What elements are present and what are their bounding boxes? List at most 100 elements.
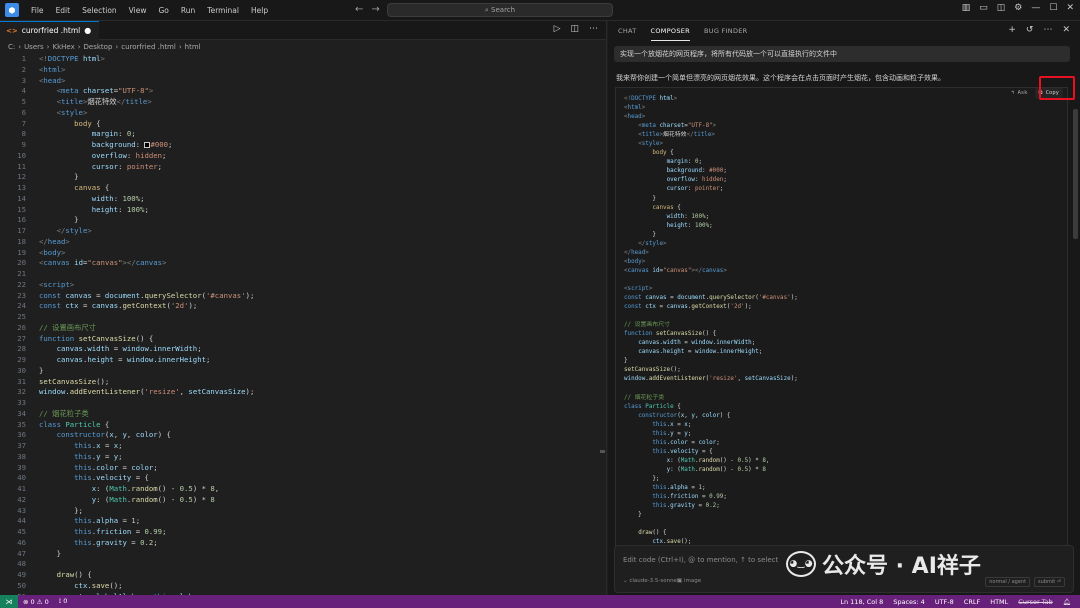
code-line[interactable]: 33 [0, 398, 600, 409]
code-line[interactable]: 35 class Particle { [0, 420, 600, 431]
history-icon[interactable]: ↺ [1026, 25, 1034, 35]
code-line[interactable]: 14 width: 100%; [0, 194, 600, 205]
code-line[interactable]: 37 this.x = x; [0, 441, 600, 452]
code-line[interactable]: 34 // 烟花粒子类 [0, 409, 600, 420]
menu-help[interactable]: Help [245, 6, 274, 15]
command-search[interactable]: ⌕ Search [387, 3, 613, 17]
forward-arrow-icon[interactable]: → [371, 4, 387, 15]
close-panel-icon[interactable]: ✕ [1062, 25, 1070, 35]
unsaved-dot-icon[interactable]: ● [84, 26, 91, 35]
breadcrumb-item[interactable]: Desktop [84, 43, 113, 51]
model-selector[interactable]: ⌄ claude-3.5-sonnet [623, 578, 679, 584]
code-line[interactable]: 18 </head> [0, 237, 600, 248]
menu-view[interactable]: View [123, 6, 153, 15]
code-line[interactable]: 36 constructor(x, y, color) { [0, 430, 600, 441]
code-line[interactable]: 26 // 设置画布尺寸 [0, 323, 600, 334]
code-line[interactable]: 32 window.addEventListener('resize', setC… [0, 387, 600, 398]
menu-edit[interactable]: Edit [50, 6, 77, 15]
code-line[interactable]: 21 [0, 269, 600, 280]
code-line[interactable]: 15 height: 100%; [0, 205, 600, 216]
code-line[interactable]: 49 draw() { [0, 570, 600, 581]
code-line[interactable]: 25 [0, 312, 600, 323]
language-mode[interactable]: HTML [985, 598, 1013, 606]
run-icon[interactable]: ▷ [554, 24, 561, 34]
breadcrumb-item[interactable]: KkHex [52, 43, 74, 51]
code-line[interactable]: 38 this.y = y; [0, 452, 600, 463]
tab-composer[interactable]: COMPOSER [650, 21, 690, 41]
code-line[interactable]: 46 this.gravity = 0.2; [0, 538, 600, 549]
code-line[interactable]: 43 }; [0, 506, 600, 517]
editor-scrollbar[interactable] [599, 54, 606, 595]
code-line[interactable]: 20 <canvas id="canvas"></canvas> [0, 258, 600, 269]
code-line[interactable]: 22 <script> [0, 280, 600, 291]
menu-run[interactable]: Run [175, 6, 201, 15]
code-line[interactable]: 50 ctx.save(); [0, 581, 600, 592]
maximize-icon[interactable]: ☐ [1049, 3, 1057, 13]
breadcrumb-item[interactable]: html [185, 43, 201, 51]
problems-indicator[interactable]: ⊗ 0 ⚠ 0 [18, 598, 54, 606]
line-ending[interactable]: CRLF [959, 598, 985, 606]
new-chat-icon[interactable]: + [1008, 25, 1016, 35]
composer-scrollbar[interactable] [1073, 109, 1078, 239]
code-line[interactable]: 41 x: (Math.random() - 0.5) * 8, [0, 484, 600, 495]
menu-terminal[interactable]: Terminal [201, 6, 245, 15]
code-line[interactable]: 42 y: (Math.random() - 0.5) * 8 [0, 495, 600, 506]
code-line[interactable]: 12 } [0, 172, 600, 183]
code-line[interactable]: 4 <meta charset="UTF-8"> [0, 86, 600, 97]
settings-gear-icon[interactable]: ⚙ [1014, 3, 1022, 13]
code-line[interactable]: 31 setCanvasSize(); [0, 377, 600, 388]
menu-file[interactable]: File [25, 6, 50, 15]
more-actions-icon[interactable]: ⋯ [589, 24, 598, 34]
image-button[interactable]: ▣ image [677, 578, 701, 584]
breadcrumb-item[interactable]: Users [24, 43, 44, 51]
layout-secondary-icon[interactable]: ◫ [997, 3, 1006, 13]
code-line[interactable]: 5 <title>烟花特效</title> [0, 97, 600, 108]
code-line[interactable]: 44 this.alpha = 1; [0, 516, 600, 527]
submit-button[interactable]: submit ⏎ [1034, 577, 1065, 587]
tab-bug-finder[interactable]: BUG FINDER [704, 21, 747, 41]
close-window-icon[interactable]: ✕ [1066, 3, 1074, 13]
code-line[interactable]: 16 } [0, 215, 600, 226]
tab-chat[interactable]: CHAT [618, 21, 637, 41]
code-line[interactable]: 45 this.friction = 0.99; [0, 527, 600, 538]
code-line[interactable]: 40 this.velocity = { [0, 473, 600, 484]
editor-tab[interactable]: <> curorfried .html ● [0, 20, 100, 40]
indentation[interactable]: Spaces: 4 [888, 598, 930, 606]
notifications-bell-icon[interactable]: 🔔︎ [1058, 598, 1076, 606]
menu-selection[interactable]: Selection [76, 6, 123, 15]
mode-toggle[interactable]: normal / agent [985, 577, 1031, 587]
encoding[interactable]: UTF-8 [930, 598, 959, 606]
code-editor[interactable]: 1 <!DOCTYPE html> 2 <html> 3 <head> 4 <meta ch… [0, 54, 600, 595]
breadcrumb-item[interactable]: C: [8, 43, 15, 51]
layout-sidebar-icon[interactable]: ▥ [962, 3, 971, 13]
breadcrumb-item[interactable]: curorfried .html [121, 43, 176, 51]
code-line[interactable]: 29 canvas.height = window.innerHeight; [0, 355, 600, 366]
code-line[interactable]: 47 } [0, 549, 600, 560]
remote-icon[interactable]: ⋊ [0, 595, 18, 608]
cursor-position[interactable]: Ln 118, Col 8 [835, 598, 888, 606]
code-line[interactable]: 2 <html> [0, 65, 600, 76]
code-line[interactable]: 19 <body> [0, 248, 600, 259]
layout-panel-icon[interactable]: ▭ [979, 3, 988, 13]
code-line[interactable]: 24 const ctx = canvas.getContext('2d'); [0, 301, 600, 312]
code-line[interactable]: 23 const canvas = document.querySelector(… [0, 291, 600, 302]
code-line[interactable]: 27 function setCanvasSize() { [0, 334, 600, 345]
menu-go[interactable]: Go [152, 6, 174, 15]
code-line[interactable]: 13 canvas { [0, 183, 600, 194]
user-message[interactable]: 实现一个放烟花的网页程序，将所有代码放一个可以直接执行的文件中 [614, 46, 1070, 62]
back-arrow-icon[interactable]: ← [355, 4, 371, 15]
split-editor-icon[interactable]: ◫ [570, 24, 579, 34]
code-line[interactable]: 17 </style> [0, 226, 600, 237]
code-line[interactable]: 39 this.color = color; [0, 463, 600, 474]
code-line[interactable]: 3 <head> [0, 76, 600, 87]
code-line[interactable]: 48 [0, 559, 600, 570]
code-line[interactable]: 9 background: #000; [0, 140, 600, 151]
code-line[interactable]: 8 margin: 0; [0, 129, 600, 140]
code-line[interactable]: 30} [0, 366, 600, 377]
code-line[interactable]: 1 <!DOCTYPE html> [0, 54, 600, 65]
code-line[interactable]: 7 body { [0, 119, 600, 130]
ports-indicator[interactable]: ⟟ 0 [54, 597, 73, 606]
more-icon[interactable]: ⋯ [1043, 25, 1052, 35]
minimize-icon[interactable]: — [1031, 3, 1040, 13]
code-line[interactable]: 11 cursor: pointer; [0, 162, 600, 173]
